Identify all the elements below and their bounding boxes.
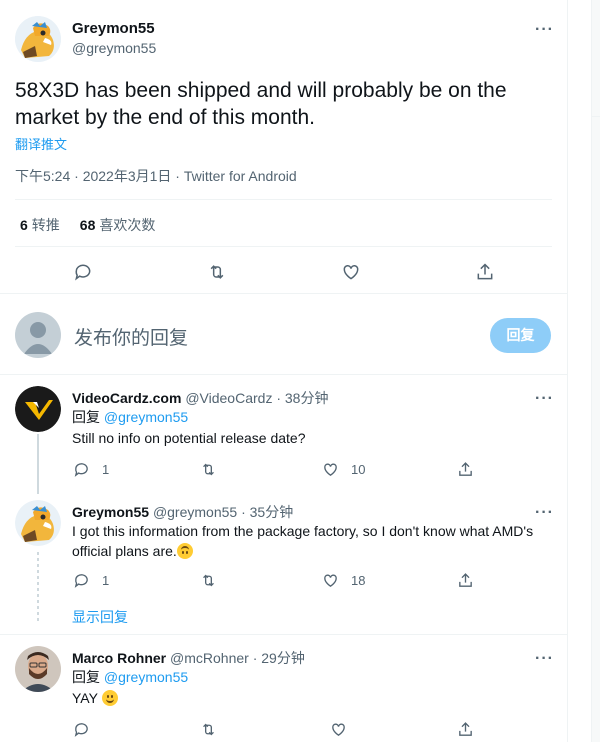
greymon-avatar[interactable] [15, 16, 61, 62]
more-icon[interactable]: ··· [535, 505, 554, 521]
like-icon [324, 574, 337, 587]
author-handle[interactable]: @greymon55 [72, 40, 156, 56]
share-action[interactable] [457, 720, 474, 738]
like-action[interactable]: 10 [322, 460, 365, 478]
share-icon [459, 721, 472, 736]
share-action[interactable] [457, 571, 474, 589]
like-action[interactable]: 18 [322, 571, 365, 589]
translate-link[interactable]: 翻译推文 [15, 134, 67, 153]
reply-text: I got this information from the package … [72, 523, 534, 539]
share-action[interactable] [457, 460, 474, 478]
share-icon[interactable] [475, 262, 495, 282]
reply-text: Still no info on potential release date? [72, 430, 306, 446]
reply-text-cont: official plans are. [72, 541, 193, 561]
like-stat[interactable]: 68 喜欢次数 [80, 215, 156, 235]
mention-link[interactable]: @greymon55 [104, 409, 188, 425]
thread-line [37, 552, 39, 612]
divider [0, 374, 568, 375]
tweet-text: 58X3D has been shipped and will probably… [15, 79, 507, 129]
like-action[interactable] [330, 720, 347, 738]
like-icon [332, 723, 345, 736]
retweet-stat[interactable]: 6 转推 [20, 215, 60, 235]
reply-action[interactable] [73, 720, 90, 738]
thread-dots [37, 606, 39, 624]
replying-to: 回复 @greymon55 [72, 409, 189, 425]
sidebar-card [591, 0, 600, 742]
mention-link[interactable]: @greymon55 [104, 669, 188, 685]
retweet-icon [203, 574, 214, 586]
divider [0, 634, 568, 635]
share-icon [459, 572, 472, 587]
reply-button[interactable]: 回复 [490, 318, 551, 353]
like-icon[interactable] [341, 262, 361, 282]
author-name[interactable]: Greymon55 [72, 20, 155, 37]
divider [0, 293, 568, 294]
reply-text: YAY [72, 688, 118, 708]
reply-icon [74, 722, 88, 737]
marco-avatar[interactable] [15, 646, 61, 692]
reply-icon [74, 462, 88, 477]
retweet-action[interactable] [200, 460, 217, 478]
retweet-action[interactable] [200, 720, 217, 738]
default-avatar [15, 312, 61, 358]
like-icon [324, 463, 337, 476]
divider [15, 246, 552, 247]
retweet-icon [203, 463, 214, 475]
reply-action[interactable]: 1 [73, 460, 109, 478]
tweet-stats: 6 转推 68 喜欢次数 [20, 215, 155, 235]
reply-icon [74, 573, 88, 588]
thread-line [37, 434, 39, 494]
reply-author[interactable]: VideoCardz.com @VideoCardz · 38分钟 [72, 388, 328, 408]
reply-input[interactable]: 发布你的回复 [74, 323, 188, 350]
reply-icon[interactable] [73, 262, 93, 282]
more-icon[interactable]: ··· [535, 391, 554, 407]
reply-author[interactable]: Marco Rohner @mcRohner · 29分钟 [72, 648, 305, 668]
replying-to: 回复 @greymon55 [72, 669, 189, 685]
greymon-avatar[interactable] [15, 500, 61, 546]
right-sidebar [569, 0, 600, 742]
grinning-face-icon [101, 690, 118, 706]
retweet-icon [203, 723, 214, 735]
retweet-action[interactable] [200, 571, 217, 589]
more-icon[interactable]: ··· [535, 651, 554, 667]
divider [15, 199, 552, 200]
reply-author[interactable]: Greymon55 @greymon55 · 35分钟 [72, 502, 293, 522]
tweet-column: Greymon55 @greymon55 ··· 58X3D has been … [0, 0, 568, 742]
more-icon[interactable]: ··· [535, 22, 554, 38]
upside-down-face-icon [176, 543, 193, 559]
videocardz-avatar[interactable] [15, 386, 61, 432]
share-icon [459, 461, 472, 476]
tweet-meta[interactable]: 下午5:24 · 2022年3月1日 · Twitter for Android [15, 166, 297, 186]
retweet-icon[interactable] [207, 262, 227, 282]
show-replies-link[interactable]: 显示回复 [72, 607, 128, 627]
reply-action[interactable]: 1 [73, 571, 109, 589]
